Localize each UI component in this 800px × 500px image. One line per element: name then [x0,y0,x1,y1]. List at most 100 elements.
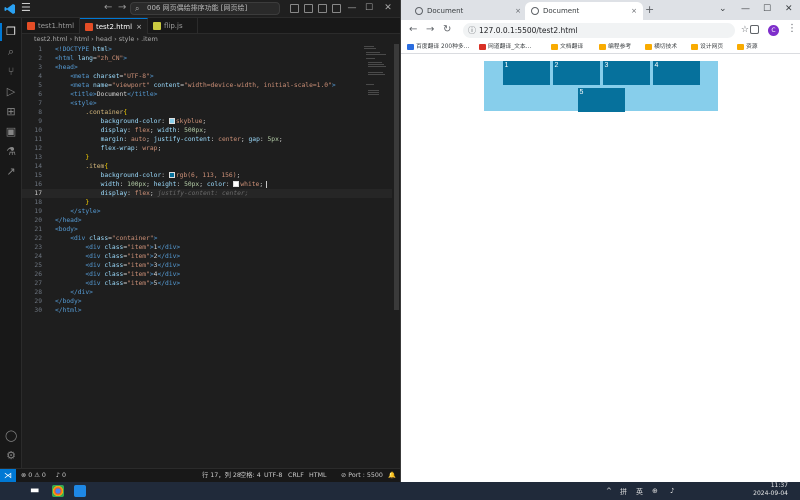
language-mode[interactable]: HTML [309,469,327,482]
breadcrumb-item[interactable]: test2.html [34,35,68,43]
close-tab-icon[interactable]: × [515,2,521,20]
minimap[interactable] [364,44,386,124]
ports-indicator[interactable]: ♪ 0 [56,469,66,482]
tab-test2[interactable]: test2.html × [80,18,148,34]
bookmark-folder[interactable]: 设计网页 [691,40,723,54]
code-line[interactable]: 22 <div class="container"> [22,234,392,243]
maximize-button[interactable]: ☐ [763,4,771,14]
code-line[interactable]: 14 .item{ [22,162,392,171]
code-line[interactable]: 9 background-color: skyblue; [22,117,392,126]
account-icon[interactable]: ◯ [5,430,17,442]
ime-mode[interactable]: 拼 [620,487,627,497]
code-line[interactable]: 18} [22,198,392,207]
code-line[interactable]: 4 <meta charset="UTF-8"> [22,72,392,81]
breadcrumb-item[interactable]: style [119,35,135,43]
code-line[interactable]: 11 margin: auto; justify-content: center;… [22,135,392,144]
bookmark-item[interactable]: 网道翻译_文本... [479,40,531,54]
indentation[interactable]: 空格: 4 [240,469,261,482]
code-line[interactable]: 21 <body> [22,225,392,234]
bookmark-folder[interactable]: 横切技术 [645,40,677,54]
toggle-secondary-sidebar-icon[interactable] [318,4,327,13]
code-line[interactable]: 23 <div class="item">1</div> [22,243,392,252]
reload-icon[interactable]: ↻ [443,24,451,35]
maximize-button[interactable]: ☐ [364,3,374,13]
remote-indicator-icon[interactable]: ⋊ [0,469,16,482]
code-line[interactable]: 2 <html lang="zh_CN"> [22,54,392,63]
close-tab-icon[interactable]: × [136,19,142,35]
browser-tab-1[interactable]: Document × [409,2,527,20]
back-arrow-icon[interactable]: ← [104,2,112,13]
file-explorer-icon[interactable]: ▬ [30,485,42,497]
code-line[interactable]: 7 <style> [22,99,392,108]
toggle-primary-sidebar-icon[interactable] [290,4,299,13]
browser-tab-2[interactable]: Document × [525,2,643,20]
color-swatch-icon[interactable] [233,181,240,187]
tab-test1[interactable]: test1.html [22,18,80,34]
search-icon[interactable]: ⌕ [5,46,17,58]
code-line[interactable]: 1 <!DOCTYPE html> [22,45,392,54]
code-line[interactable]: 25 <div class="item">3</div> [22,261,392,270]
code-line[interactable]: 3 <head> [22,63,392,72]
testing-icon[interactable]: ⚗ [5,146,17,158]
code-line[interactable]: 24 <div class="item">2</div> [22,252,392,261]
encoding[interactable]: UTF-8 [264,469,282,482]
breadcrumb-item[interactable]: head [96,35,112,43]
cursor-position[interactable]: 行 17，列 28 [202,469,241,482]
code-line[interactable]: 26 <div class="item">4</div> [22,270,392,279]
ime-language[interactable]: 英 [636,487,643,497]
code-line[interactable]: 13} [22,153,392,162]
source-control-icon[interactable]: ⑂ [5,66,17,78]
chrome-icon[interactable] [52,485,64,497]
problems-indicator[interactable]: ⊗ 0 ⚠ 0 [21,469,46,482]
vscode-taskbar-icon[interactable] [74,485,86,497]
live-share-icon[interactable]: ↗ [5,166,17,178]
site-info-icon[interactable]: ⓘ [468,23,476,38]
close-button[interactable]: ✕ [785,4,793,14]
breadcrumb-item[interactable]: html [74,35,89,43]
notifications-icon[interactable]: 🔔 [388,469,396,482]
command-center[interactable]: ⌕ 006 网页偶绘排序功能 [网页绘] [130,2,280,15]
code-line[interactable]: 15 background-color: rgb(6, 113, 156); [22,171,392,180]
code-line[interactable]: 17 display: flex; justify-content: center… [22,189,392,198]
tray-overflow-icon[interactable]: ^ [606,487,612,495]
color-swatch-icon[interactable] [168,172,175,178]
bookmark-folder[interactable]: 文档翻译 [551,40,583,54]
forward-arrow-icon[interactable]: → [426,24,434,35]
close-button[interactable]: ✕ [383,3,393,13]
bookmark-folder[interactable]: 编程参考 [599,40,631,54]
code-editor[interactable]: 1 <!DOCTYPE html> 2 <html lang="zh_CN"> 3 <he… [22,44,392,468]
tab-search-icon[interactable]: ⌄ [719,4,727,14]
extensions-icon[interactable]: ⊞ [5,106,17,118]
code-line[interactable]: 20 </head> [22,216,392,225]
close-tab-icon[interactable]: × [631,2,637,20]
bookmark-item[interactable]: 百度翻译 200种多... [407,40,469,54]
code-line[interactable]: 16 width: 100px; height: 50px; color: whi… [22,180,392,189]
extensions-icon[interactable] [750,25,759,34]
bookmark-star-icon[interactable]: ☆ [741,23,749,38]
forward-arrow-icon[interactable]: → [118,2,126,13]
code-line[interactable]: 10 display: flex; width: 500px; [22,126,392,135]
gear-icon[interactable]: ⚙ [5,450,17,462]
code-line[interactable]: 12 flex-wrap: wrap; [22,144,392,153]
remote-explorer-icon[interactable]: ▣ [5,126,17,138]
network-icon[interactable]: ⊕ [652,487,658,495]
url-text[interactable]: 127.0.0.1:5500/test2.html [479,26,578,35]
code-line[interactable]: 5 <meta name="viewport" content="width=de… [22,81,392,90]
bookmark-folder[interactable]: 资源 [737,40,758,54]
address-bar[interactable]: ⓘ 127.0.0.1:5500/test2.html ☆ [463,23,749,38]
code-line[interactable]: 19 </style> [22,207,392,216]
volume-icon[interactable]: ♪ [670,487,674,495]
avatar[interactable]: C [768,25,779,36]
code-line[interactable]: 30 </html> [22,306,392,315]
clock[interactable]: 11:37 2024-09-04 [736,482,788,498]
hamburger-icon[interactable]: ☰ [21,1,31,14]
editor-scrollbar[interactable] [393,44,400,468]
code-line[interactable]: 8 .container{ [22,108,392,117]
minimize-button[interactable]: — [741,4,750,14]
code-line[interactable]: 6 <title>Document</title> [22,90,392,99]
code-line[interactable]: 29 </body> [22,297,392,306]
run-debug-icon[interactable]: ▷ [5,86,17,98]
color-swatch-icon[interactable] [168,118,175,124]
breadcrumb-item[interactable]: .item [141,35,158,43]
code-line[interactable]: 28 </div> [22,288,392,297]
